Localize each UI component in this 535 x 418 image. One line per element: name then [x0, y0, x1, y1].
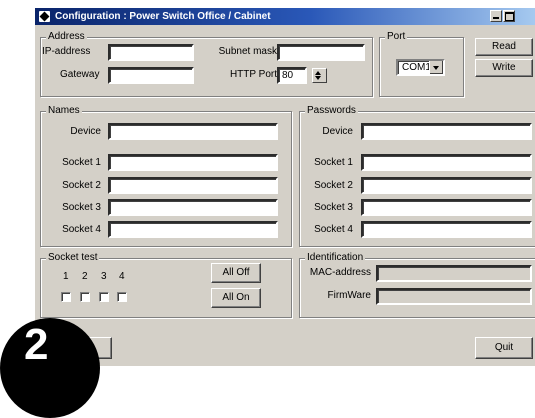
address-legend: Address [46, 31, 87, 43]
socket-test-number-2: 2 [82, 271, 88, 282]
passwords-socket-2-label: Socket 2 [314, 180, 353, 191]
subnet-mask-label: Subnet mask [218, 46, 277, 57]
step-badge-number: 2 [24, 320, 49, 369]
mac-address-field [376, 265, 532, 282]
firmware-label: FirmWare [327, 290, 371, 301]
names-socket-4-input[interactable] [108, 221, 278, 238]
firmware-field [376, 288, 532, 305]
names-socket-3-label: Socket 3 [62, 202, 101, 213]
http-port-label: HTTP Port [229, 69, 277, 80]
identification-legend: Identification [305, 252, 366, 264]
socket-test-checkbox-2[interactable] [80, 292, 90, 302]
subnet-mask-input[interactable] [277, 44, 365, 61]
passwords-socket-4-input[interactable] [361, 221, 532, 238]
window-title: Configuration : Power Switch Office / Ca… [55, 11, 271, 22]
minimize-icon[interactable] [490, 10, 502, 22]
step-badge: 2 [0, 318, 100, 418]
passwords-socket-1-label: Socket 1 [314, 157, 353, 168]
all-on-button[interactable]: All On [211, 288, 261, 308]
maximize-icon[interactable] [503, 10, 515, 22]
names-socket-4-label: Socket 4 [62, 224, 101, 235]
socket-test-legend: Socket test [46, 252, 100, 264]
gateway-input[interactable] [108, 67, 194, 84]
names-socket-3-input[interactable] [108, 199, 278, 216]
port-select-value: COM1 [402, 62, 431, 73]
passwords-device-label: Device [322, 126, 353, 137]
gateway-label: Gateway [60, 69, 100, 80]
names-device-input[interactable] [108, 123, 278, 140]
passwords-socket-4-label: Socket 4 [314, 224, 353, 235]
names-socket-2-label: Socket 2 [62, 180, 101, 191]
names-legend: Names [46, 105, 82, 117]
socket-test-number-3: 3 [101, 271, 107, 282]
passwords-socket-2-input[interactable] [361, 177, 532, 194]
names-socket-1-input[interactable] [108, 154, 278, 171]
socket-test-checkbox-4[interactable] [117, 292, 127, 302]
app-icon[interactable] [39, 11, 50, 22]
write-button[interactable]: Write [475, 59, 533, 77]
names-socket-1-label: Socket 1 [62, 157, 101, 168]
all-off-button[interactable]: All Off [211, 263, 261, 283]
port-select[interactable]: COM1 [396, 59, 445, 76]
passwords-device-input[interactable] [361, 123, 532, 140]
title-bar: Configuration : Power Switch Office / Ca… [35, 8, 535, 25]
dropdown-arrow-icon[interactable] [429, 61, 443, 74]
passwords-legend: Passwords [305, 105, 358, 117]
socket-test-number-4: 4 [119, 271, 125, 282]
ip-address-label: IP-address [42, 46, 91, 57]
http-port-input[interactable] [277, 67, 307, 84]
socket-test-checkbox-3[interactable] [99, 292, 109, 302]
ip-address-input[interactable] [108, 44, 194, 61]
passwords-socket-1-input[interactable] [361, 154, 532, 171]
passwords-socket-3-label: Socket 3 [314, 202, 353, 213]
port-legend: Port [385, 31, 408, 43]
quit-button[interactable]: Quit [475, 337, 533, 359]
passwords-socket-3-input[interactable] [361, 199, 532, 216]
socket-test-checkbox-1[interactable] [61, 292, 71, 302]
names-socket-2-input[interactable] [108, 177, 278, 194]
names-device-label: Device [70, 126, 101, 137]
socket-test-number-1: 1 [63, 271, 69, 282]
mac-address-label: MAC-address [309, 267, 371, 278]
read-button[interactable]: Read [475, 38, 533, 56]
config-window: Configuration : Power Switch Office / Ca… [34, 7, 535, 366]
http-port-spin-icon[interactable] [312, 68, 327, 83]
